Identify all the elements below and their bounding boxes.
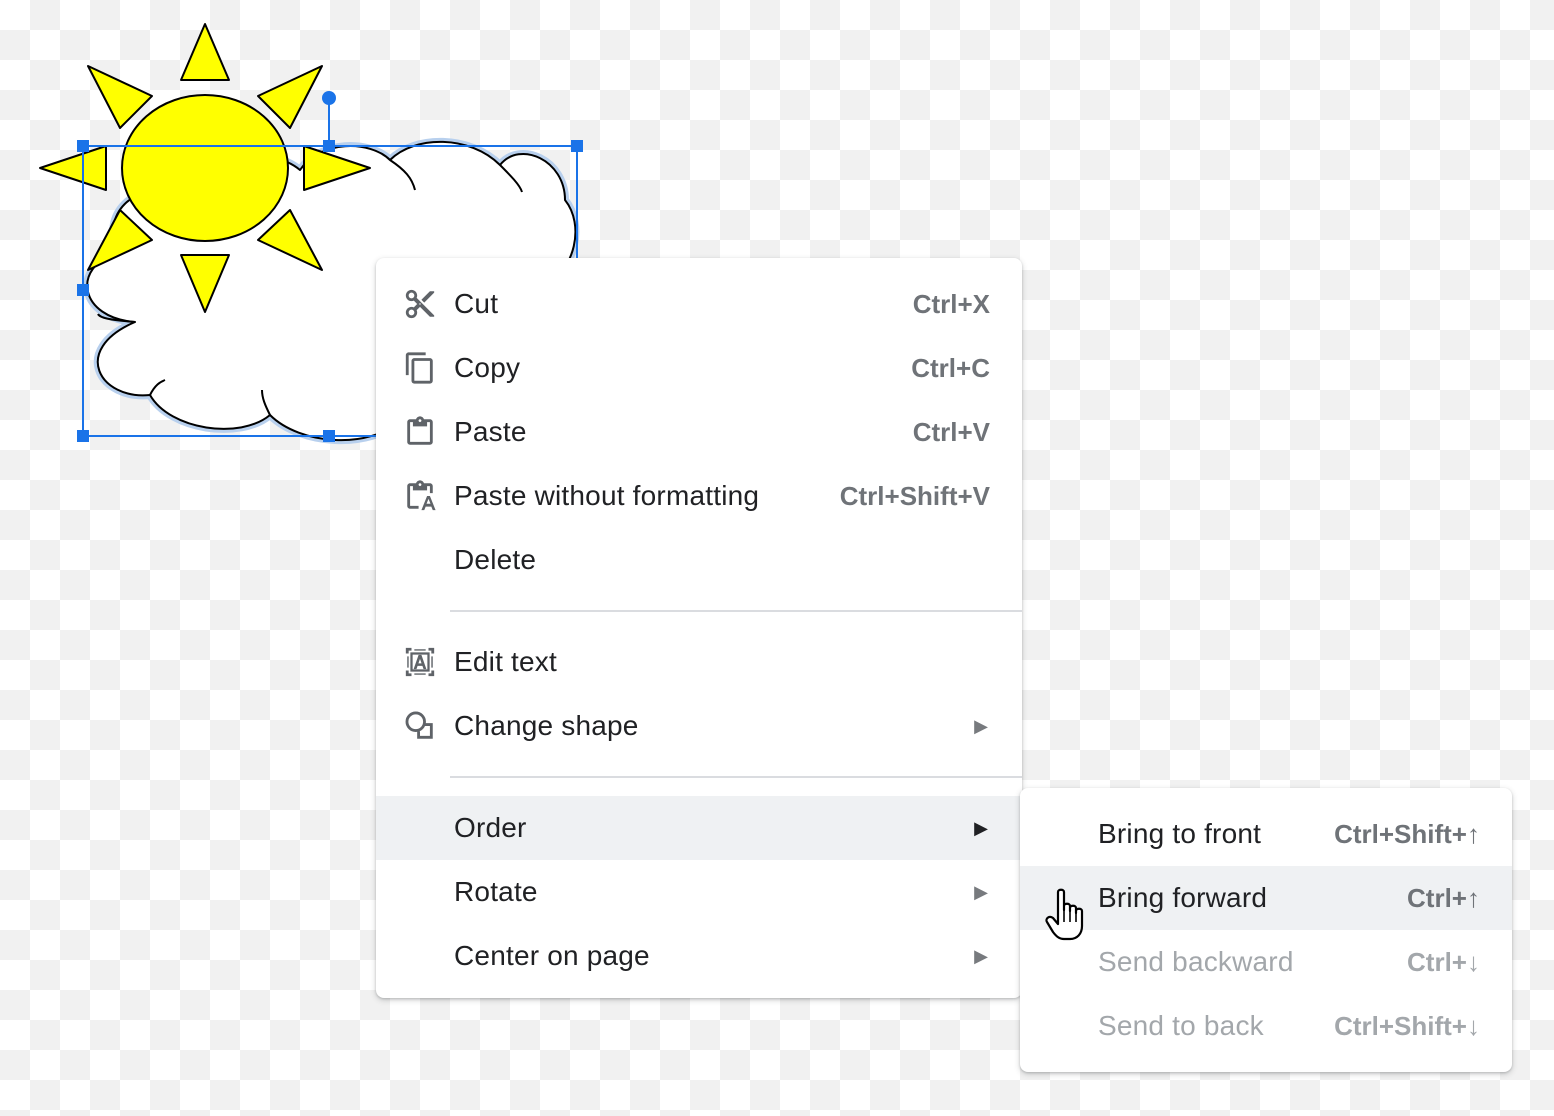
menu-item-paste[interactable]: Paste Ctrl+V: [376, 400, 1022, 464]
submenu-arrow-icon: ▶: [974, 881, 988, 902]
submenu-item-bring-to-front[interactable]: Bring to front Ctrl+Shift+↑: [1020, 802, 1512, 866]
resize-handle[interactable]: [77, 140, 89, 152]
rotate-handle[interactable]: [322, 91, 336, 105]
menu-item-label: Send to back: [1098, 1010, 1264, 1041]
shortcut-hint: Ctrl+C: [911, 352, 990, 383]
submenu-arrow-icon: ▶: [974, 945, 988, 966]
resize-handle[interactable]: [77, 430, 89, 442]
context-menu: Cut Ctrl+X Copy Ctrl+C Paste Ctrl+V Past…: [376, 258, 1022, 998]
menu-separator: [450, 610, 1022, 612]
menu-item-copy[interactable]: Copy Ctrl+C: [376, 336, 1022, 400]
menu-item-label: Rotate: [454, 876, 538, 907]
menu-item-label: Paste: [454, 416, 527, 447]
menu-item-label: Delete: [454, 544, 537, 575]
resize-handle[interactable]: [323, 430, 335, 442]
submenu-item-send-backward: Send backward Ctrl+↓: [1020, 930, 1512, 994]
submenu-item-send-to-back: Send to back Ctrl+Shift+↓: [1020, 994, 1512, 1058]
menu-item-label: Cut: [454, 288, 499, 319]
shortcut-hint: Ctrl+Shift+↓: [1334, 1010, 1480, 1041]
menu-item-label: Change shape: [454, 710, 639, 741]
edit-text-icon: [402, 644, 438, 680]
submenu-item-bring-forward[interactable]: Bring forward Ctrl+↑: [1020, 866, 1512, 930]
shortcut-hint: Ctrl+V: [912, 416, 990, 447]
menu-item-change-shape[interactable]: Change shape ▶: [376, 694, 1022, 758]
shortcut-hint: Ctrl+↓: [1407, 946, 1480, 977]
resize-handle[interactable]: [571, 140, 583, 152]
menu-item-delete[interactable]: Delete: [376, 528, 1022, 592]
menu-item-cut[interactable]: Cut Ctrl+X: [376, 272, 1022, 336]
menu-item-label: Bring forward: [1098, 882, 1268, 913]
resize-handle[interactable]: [77, 284, 89, 296]
menu-item-order[interactable]: Order ▶: [376, 796, 1022, 860]
menu-item-label: Bring to front: [1098, 818, 1262, 849]
sun-shape[interactable]: [39, 23, 371, 313]
clipboard-icon: [402, 414, 438, 450]
scissors-icon: [402, 286, 438, 322]
menu-item-rotate[interactable]: Rotate ▶: [376, 860, 1022, 924]
menu-item-center-on-page[interactable]: Center on page ▶: [376, 924, 1022, 988]
menu-item-paste-without-formatting[interactable]: Paste without formatting Ctrl+Shift+V: [376, 464, 1022, 528]
order-submenu: Bring to front Ctrl+Shift+↑ Bring forwar…: [1020, 788, 1512, 1072]
menu-item-label: Copy: [454, 352, 521, 383]
shortcut-hint: Ctrl+X: [912, 288, 990, 319]
resize-handle[interactable]: [323, 140, 335, 152]
paste-plain-icon: [402, 478, 438, 514]
menu-item-edit-text[interactable]: Edit text: [376, 630, 1022, 694]
menu-separator: [450, 776, 1022, 778]
hand-pointer-icon: [1045, 888, 1084, 941]
shortcut-hint: Ctrl+Shift+V: [839, 480, 990, 511]
menu-item-label: Edit text: [454, 646, 557, 677]
shortcut-hint: Ctrl+↑: [1407, 882, 1480, 913]
menu-item-label: Send backward: [1098, 946, 1294, 977]
copy-icon: [402, 350, 438, 386]
menu-item-label: Center on page: [454, 940, 650, 971]
change-shape-icon: [402, 708, 438, 744]
shortcut-hint: Ctrl+Shift+↑: [1334, 818, 1480, 849]
submenu-arrow-icon: ▶: [974, 715, 988, 736]
menu-item-label: Paste without formatting: [454, 480, 760, 511]
menu-item-label: Order: [454, 812, 527, 843]
submenu-arrow-icon: ▶: [974, 817, 988, 838]
